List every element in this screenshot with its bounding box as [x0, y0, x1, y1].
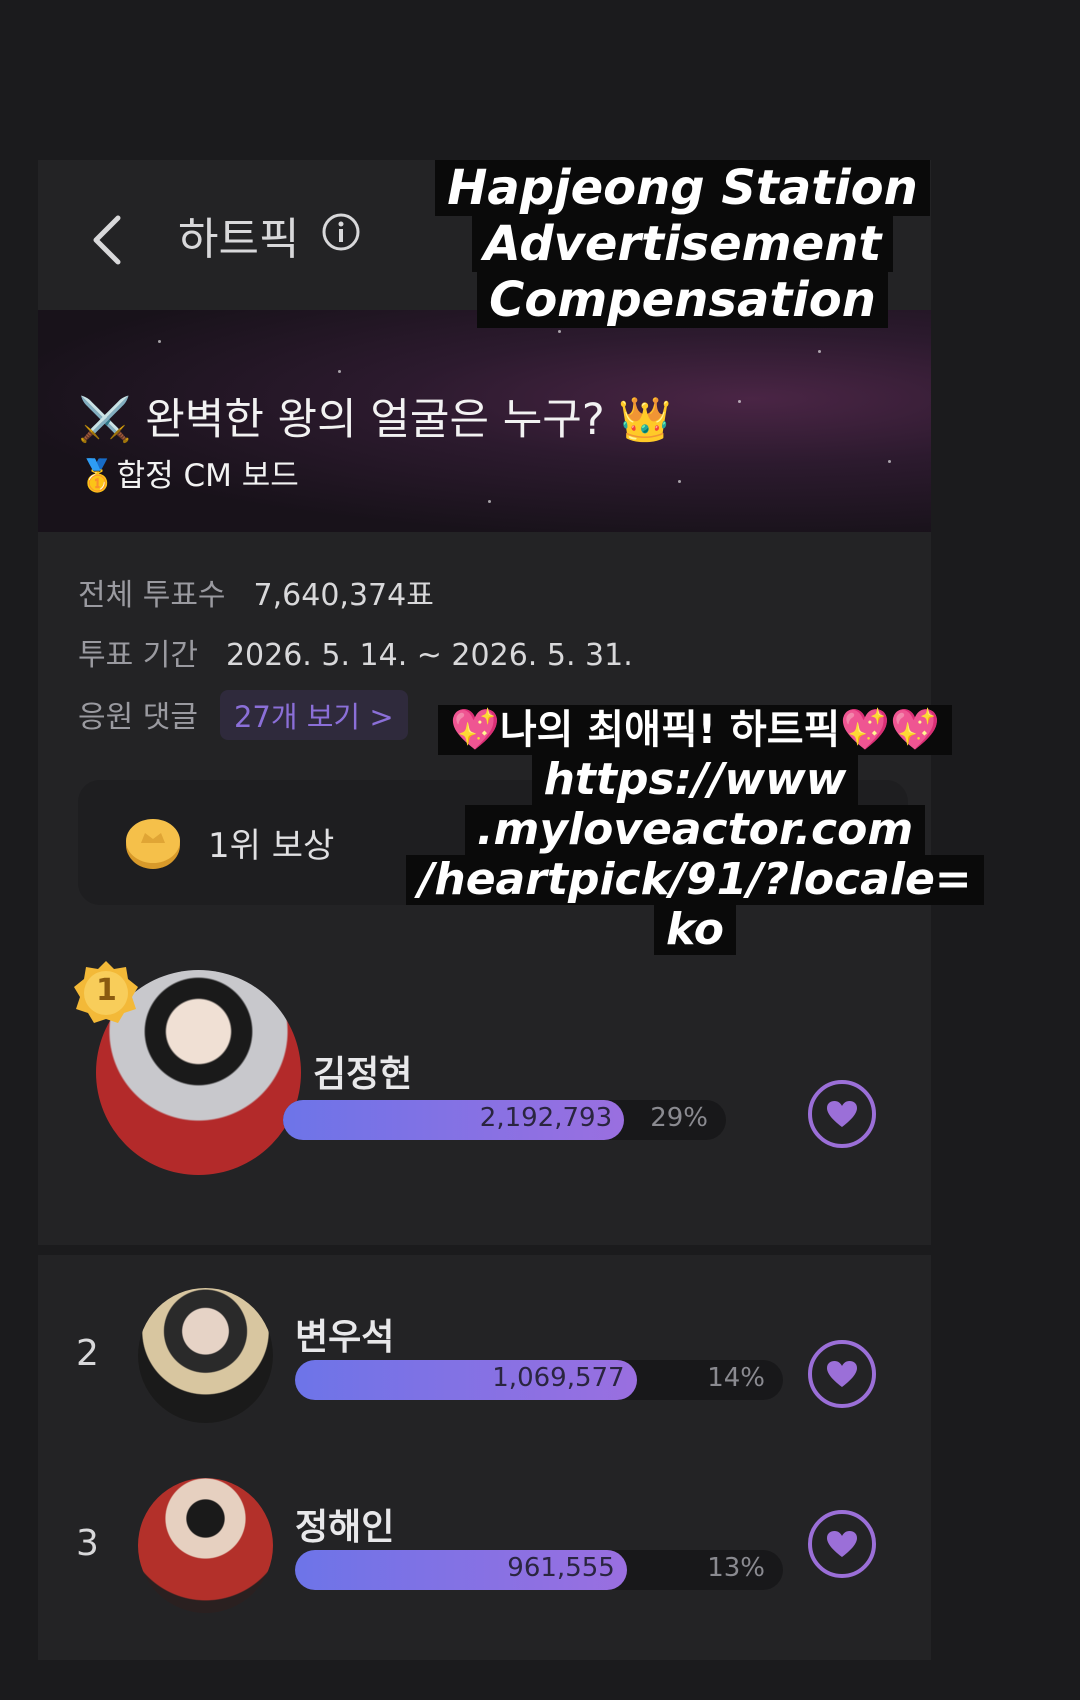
page-title: 하트픽 — [178, 214, 300, 265]
vote-count: 961,555 — [507, 1553, 615, 1583]
ranking-row-2: 2 변우석 1,069,577 14% — [38, 1288, 931, 1428]
vote-percent: 14% — [707, 1363, 765, 1393]
vote-count: 1,069,577 — [492, 1363, 625, 1393]
rank-number: 2 — [76, 1333, 99, 1374]
vote-bar-fill: 1,069,577 — [295, 1360, 637, 1400]
back-arrow-icon[interactable] — [88, 210, 128, 270]
caption-line[interactable]: https://www — [531, 755, 859, 805]
total-votes-label: 전체 투표수 — [78, 578, 226, 613]
avatar — [138, 1288, 273, 1423]
rank-number: 3 — [76, 1523, 99, 1564]
coin-icon — [126, 819, 180, 869]
vote-heart-button[interactable] — [808, 1510, 876, 1578]
ranking-row-1: 1 김정현 2,192,793 29% — [38, 961, 931, 1195]
candidate-name: 김정현 — [313, 1054, 413, 1095]
poll-title: ⚔️ 완벽한 왕의 얼굴은 누구? 👑 — [78, 395, 672, 445]
candidate-name: 변우석 — [295, 1317, 395, 1358]
divider — [38, 1245, 931, 1255]
period-label: 투표 기간 — [78, 638, 198, 673]
caption-line[interactable]: /heartpick/91/?locale= — [406, 855, 984, 905]
ranking-row-3: 3 정해인 961,555 13% — [38, 1478, 931, 1618]
caption-line: Hapjeong Station — [435, 160, 930, 216]
reward-label: 1위 보상 — [208, 826, 335, 866]
candidate-name: 정해인 — [295, 1507, 395, 1548]
poll-subtitle: 🥇합정 CM 보드 — [78, 458, 299, 494]
caption-line: 💖나의 최애픽! 하트픽💖💖 — [438, 705, 952, 755]
caption-overlay-top: Hapjeong Station Advertisement Compensat… — [400, 160, 965, 328]
heart-icon — [827, 1101, 857, 1127]
comments-label: 응원 댓글 — [78, 700, 198, 735]
caption-line[interactable]: ko — [654, 905, 736, 955]
heart-icon — [827, 1361, 857, 1387]
vote-percent: 29% — [650, 1103, 708, 1133]
period-value: 2026. 5. 14. ~ 2026. 5. 31. — [225, 638, 633, 673]
vote-percent: 13% — [707, 1553, 765, 1583]
comments-link[interactable]: 27개 보기 > — [219, 690, 408, 740]
total-votes-value: 7,640,374표 — [253, 578, 434, 613]
vote-heart-button[interactable] — [808, 1340, 876, 1408]
caption-line: Compensation — [477, 272, 888, 328]
info-icon[interactable] — [321, 212, 361, 252]
vote-bar-fill: 961,555 — [295, 1550, 627, 1590]
vote-bar: 1,069,577 14% — [295, 1360, 783, 1400]
vote-bar-fill: 2,192,793 — [283, 1100, 625, 1140]
vote-bar: 2,192,793 29% — [283, 1100, 726, 1140]
caption-line[interactable]: .myloveactor.com — [464, 805, 926, 855]
avatar — [138, 1478, 273, 1613]
caption-line: Advertisement — [471, 216, 894, 272]
heart-icon — [827, 1531, 857, 1557]
caption-overlay-link: 💖나의 최애픽! 하트픽💖💖 https://www .myloveactor.… — [385, 705, 1005, 955]
vote-bar: 961,555 13% — [295, 1550, 783, 1590]
rank-badge-number: 1 — [96, 973, 117, 1008]
vote-count: 2,192,793 — [479, 1103, 613, 1133]
poll-banner: ⚔️ 완벽한 왕의 얼굴은 누구? 👑 🥇합정 CM 보드 — [38, 310, 931, 532]
vote-heart-button[interactable] — [808, 1080, 876, 1148]
